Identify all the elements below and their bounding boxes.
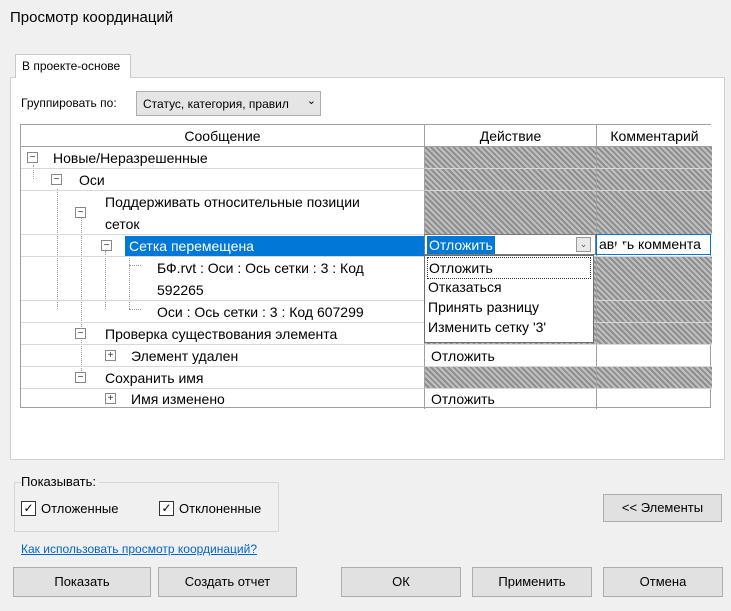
collapse-icon[interactable]: − [101, 240, 112, 251]
cancel-button[interactable]: Отмена [603, 567, 723, 597]
collapse-icon[interactable]: − [75, 328, 86, 339]
row-label-line2: 592265 [157, 282, 204, 298]
window-title: Просмотр координаций [10, 9, 174, 26]
help-link[interactable]: Как использовать просмотр координаций? [21, 542, 257, 556]
row-label: Сетка перемещена [129, 238, 254, 254]
action-combo-value: Отложить [427, 236, 495, 254]
elements-button[interactable]: << Элементы [603, 494, 722, 522]
action-value[interactable]: Отложить [431, 345, 495, 367]
check-icon[interactable]: ✓ [159, 501, 174, 516]
group-by-label: Группировать по: [21, 96, 117, 110]
show-group: ✓ Отложенные ✓ Отклоненные [14, 482, 279, 532]
collapse-icon[interactable]: − [75, 372, 86, 383]
ok-button[interactable]: ОК [341, 567, 461, 597]
row-label: Элемент удален [131, 348, 239, 364]
show-label: Показывать: [21, 474, 99, 489]
tab-project-base[interactable]: В проекте-основе [15, 54, 131, 78]
dropdown-option[interactable]: Изменить сетку '3' [428, 317, 546, 337]
chevron-down-icon: ⌄ [306, 95, 316, 107]
table-row[interactable]: БФ.rvt : Оси : Ось сетки : 3 : Код 59226… [21, 257, 712, 301]
checkbox-label-rejected[interactable]: Отклоненные [179, 501, 261, 516]
row-label: Оси [79, 172, 105, 188]
create-report-button[interactable]: Создать отчет [158, 567, 297, 597]
row-label-line2: сеток [105, 216, 140, 232]
table-row[interactable]: + Элемент удален Отложить [21, 345, 712, 367]
expand-icon[interactable]: + [105, 350, 116, 361]
table-row[interactable]: − Новые/Неразрешенные [21, 147, 712, 169]
coordination-grid: Сообщение Действие Комментарий − Новые/Н… [20, 124, 712, 409]
action-dropdown-list: Отложить Отказаться Принять разницу Изме… [424, 255, 594, 343]
row-label-line1: БФ.rvt : Оси : Ось сетки : 3 : Код [157, 260, 364, 276]
column-header-message[interactable]: Сообщение [21, 125, 425, 147]
table-row[interactable]: − Проверка существования элемента [21, 323, 712, 345]
row-label: Новые/Неразрешенные [53, 150, 208, 166]
apply-button[interactable]: Применить [472, 567, 592, 597]
row-label: Имя изменено [131, 391, 225, 407]
column-header-action[interactable]: Действие [425, 125, 597, 147]
column-header-comment[interactable]: Комментарий [597, 125, 712, 147]
chevron-down-icon[interactable]: ⌄ [576, 237, 591, 252]
group-by-value: Статус, категория, правил [143, 97, 289, 111]
collapse-icon[interactable]: − [51, 174, 62, 185]
table-row[interactable]: − Оси [21, 169, 712, 191]
dropdown-option[interactable]: Отложить [427, 257, 591, 279]
row-label: Проверка существования элемента [105, 326, 338, 342]
table-row[interactable]: − Сохранить имя [21, 367, 712, 389]
expand-icon[interactable]: + [105, 393, 116, 404]
table-row[interactable]: Оси : Ось сетки : 3 : Код 607299 [21, 301, 712, 323]
table-row[interactable]: − Поддерживать относительные позиции сет… [21, 191, 712, 235]
check-icon[interactable]: ✓ [21, 501, 36, 516]
collapse-icon[interactable]: − [27, 152, 38, 163]
row-label-line1: Поддерживать относительные позиции [105, 194, 360, 210]
action-combo[interactable]: Отложить ⌄ [424, 234, 596, 255]
action-value[interactable]: Отложить [431, 388, 495, 410]
mouse-cursor-icon [614, 236, 626, 250]
row-label: Сохранить имя [105, 370, 204, 386]
checkbox-label-deferred[interactable]: Отложенные [41, 501, 118, 516]
row-label: Оси : Ось сетки : 3 : Код 607299 [157, 304, 364, 320]
show-button[interactable]: Показать [13, 567, 151, 597]
dropdown-option[interactable]: Принять разницу [428, 297, 539, 317]
group-by-select[interactable]: Статус, категория, правил ⌄ [136, 91, 321, 116]
table-row[interactable]: + Имя изменено Отложить [21, 389, 712, 409]
dropdown-option[interactable]: Отказаться [428, 277, 502, 297]
collapse-icon[interactable]: − [75, 207, 86, 218]
